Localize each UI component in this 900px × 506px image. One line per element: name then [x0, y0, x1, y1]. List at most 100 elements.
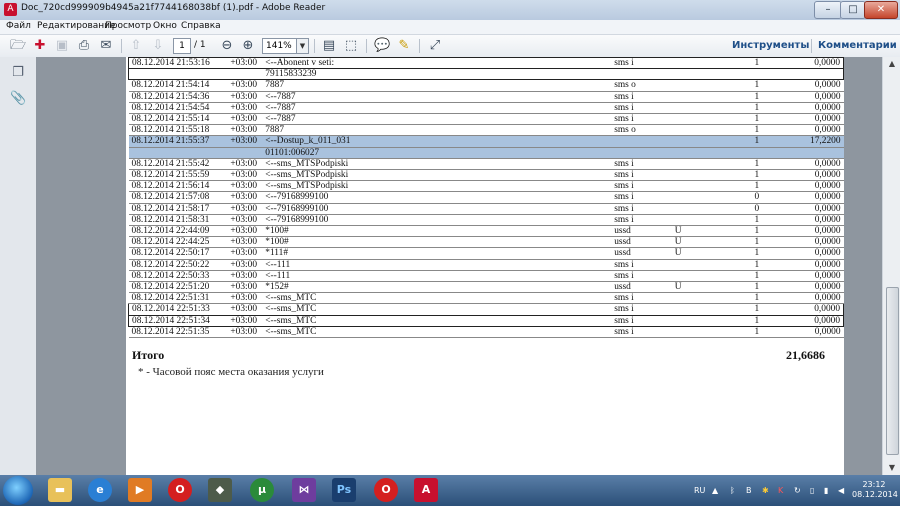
cell-number: <--111 [262, 270, 612, 283]
zoom-dropdown-icon[interactable]: ▼ [296, 38, 309, 54]
adobe-reader-taskbar-icon[interactable]: A [414, 478, 438, 502]
antivirus-icon[interactable]: K [778, 486, 783, 495]
save-icon[interactable]: ▣ [54, 38, 70, 54]
scrollbar-thumb[interactable] [886, 287, 899, 455]
cell-quantity: 1 [727, 158, 786, 171]
cell-flag [671, 203, 728, 215]
menu-view[interactable]: Просмотр [105, 21, 151, 31]
email-icon[interactable]: ✉ [98, 38, 114, 54]
bluetooth-icon[interactable]: ᛒ [730, 486, 735, 495]
cell-quantity: 1 [727, 180, 786, 193]
opera-icon-2[interactable]: O [374, 478, 398, 502]
highlight-icon[interactable]: ✎ [396, 38, 412, 54]
cell-type: sms i [611, 180, 672, 193]
timezone-footnote: * - Часовой пояс места оказания услуги [138, 366, 324, 378]
cell-date: 08.12.2014 21:57:08 [128, 191, 228, 204]
utorrent-icon[interactable]: µ [250, 478, 274, 502]
fit-width-icon[interactable]: ⬚ [343, 38, 359, 54]
cell-sum: 0,0000 [785, 270, 844, 283]
cell-sum: 0,0000 [785, 326, 844, 339]
menu-help[interactable]: Справка [181, 21, 221, 31]
comments-pane-link[interactable]: Комментарии [818, 40, 897, 51]
cell-sum: 0,0000 [785, 191, 844, 204]
cell-sum: 0,0000 [785, 180, 844, 193]
volume-icon[interactable]: ◀ [838, 486, 844, 495]
minimize-button[interactable]: – [814, 1, 842, 19]
print-icon[interactable]: ⎙ [76, 38, 92, 54]
zoom-out-icon[interactable]: ⊖ [219, 38, 235, 54]
cell-number: 7887 [262, 79, 612, 92]
cell-type: sms i [611, 57, 672, 70]
cell-flag: U [671, 236, 728, 249]
cell-number: <--Abonent v seti: [262, 57, 612, 70]
cell-flag [671, 292, 728, 305]
attachments-icon[interactable]: 📎 [10, 91, 26, 107]
ie-icon[interactable]: e [88, 478, 112, 502]
cell-type: sms i [611, 102, 672, 115]
window-title: Doc_720cd999909b4945a21f7744168038bf (1)… [21, 3, 326, 13]
menu-edit[interactable]: Редактирование [37, 21, 116, 31]
previous-page-icon[interactable]: ⇧ [128, 38, 144, 54]
cell-timezone: +03:00 [227, 180, 263, 193]
opera-icon[interactable]: O [168, 478, 192, 502]
tray-expand-icon[interactable]: ▲ [712, 486, 718, 495]
cell-date: 08.12.2014 22:44:25 [128, 236, 228, 249]
keyboard-icon[interactable]: B [746, 486, 752, 495]
cell-flag [671, 191, 728, 204]
table-row: 08.12.2014 22:44:25 +03:00 *100# ussd U 1 0,00… [128, 236, 844, 249]
cell-number: <--Dostup_k_011_031 [262, 135, 612, 148]
visual-studio-icon[interactable]: ⋈ [292, 478, 316, 502]
scroll-down-icon[interactable]: ▼ [883, 461, 900, 475]
page-number-input[interactable]: 1 [173, 38, 191, 54]
close-button[interactable]: ✕ [864, 1, 898, 19]
cell-number: <--7887 [262, 102, 612, 115]
vertical-scrollbar[interactable]: ▲ ▼ [882, 57, 900, 475]
cell-number: <--7887 [262, 91, 612, 103]
sync-icon[interactable]: ↻ [794, 486, 801, 495]
scroll-up-icon[interactable]: ▲ [883, 57, 900, 71]
page-thumbnails-icon[interactable]: ❐ [10, 65, 26, 81]
cell-flag [671, 91, 728, 103]
cell-flag [671, 135, 728, 148]
cell-date: 08.12.2014 21:54:14 [128, 79, 228, 92]
cell-timezone: +03:00 [227, 326, 263, 339]
cell-date: 08.12.2014 21:55:18 [128, 124, 228, 137]
cell-type: sms i [611, 259, 672, 271]
app-icon[interactable]: ◆ [208, 478, 232, 502]
media-player-icon[interactable]: ▶ [128, 478, 152, 502]
open-icon[interactable]: 🗁 [10, 38, 26, 54]
zoom-in-icon[interactable]: ⊕ [240, 38, 256, 54]
cell-type: sms i [611, 191, 672, 204]
table-row: 08.12.2014 22:50:22 +03:00 <--111 sms i 1 0,0… [128, 259, 844, 271]
comment-icon[interactable]: 💬 [374, 38, 390, 54]
fit-page-icon[interactable]: ▤ [321, 38, 337, 54]
document-viewport[interactable]: 08.12.2014 21:53:16 +03:00 <--Abonent v se… [36, 57, 882, 475]
gear-icon[interactable]: ✱ [762, 486, 769, 495]
table-row: 01101:006027 [128, 147, 844, 159]
network-signal-icon[interactable]: ▮ [824, 486, 828, 495]
language-indicator[interactable]: RU [694, 486, 705, 495]
cell-type: sms i [611, 303, 672, 316]
start-button[interactable] [3, 476, 33, 505]
system-clock[interactable]: 23:12 08.12.2014 [852, 480, 898, 500]
next-page-icon[interactable]: ⇩ [150, 38, 166, 54]
cell-sum: 0,0000 [785, 314, 844, 327]
tools-pane-link[interactable]: Инструменты [732, 40, 809, 51]
battery-icon[interactable]: ▯ [810, 486, 814, 495]
zoom-input[interactable]: 141% [262, 38, 299, 54]
cell-type: sms o [611, 79, 672, 92]
menu-file[interactable]: Файл [6, 21, 31, 31]
cell-type: sms i [611, 292, 672, 305]
cell-date: 08.12.2014 21:55:42 [128, 158, 228, 171]
menu-window[interactable]: Окно [153, 21, 177, 31]
cell-sum: 0,0000 [785, 169, 844, 182]
cell-number: <--sms_MTC [262, 292, 612, 305]
cell-flag [671, 124, 728, 137]
explorer-icon[interactable]: ▬ [48, 478, 72, 502]
photoshop-icon[interactable]: Ps [332, 478, 356, 502]
create-pdf-icon[interactable]: ✚ [32, 38, 48, 54]
cell-flag [671, 158, 728, 171]
cell-number: <--sms_MTC [262, 326, 612, 339]
maximize-button[interactable]: □ [840, 1, 866, 19]
full-screen-icon[interactable]: ⤢ [427, 38, 443, 54]
